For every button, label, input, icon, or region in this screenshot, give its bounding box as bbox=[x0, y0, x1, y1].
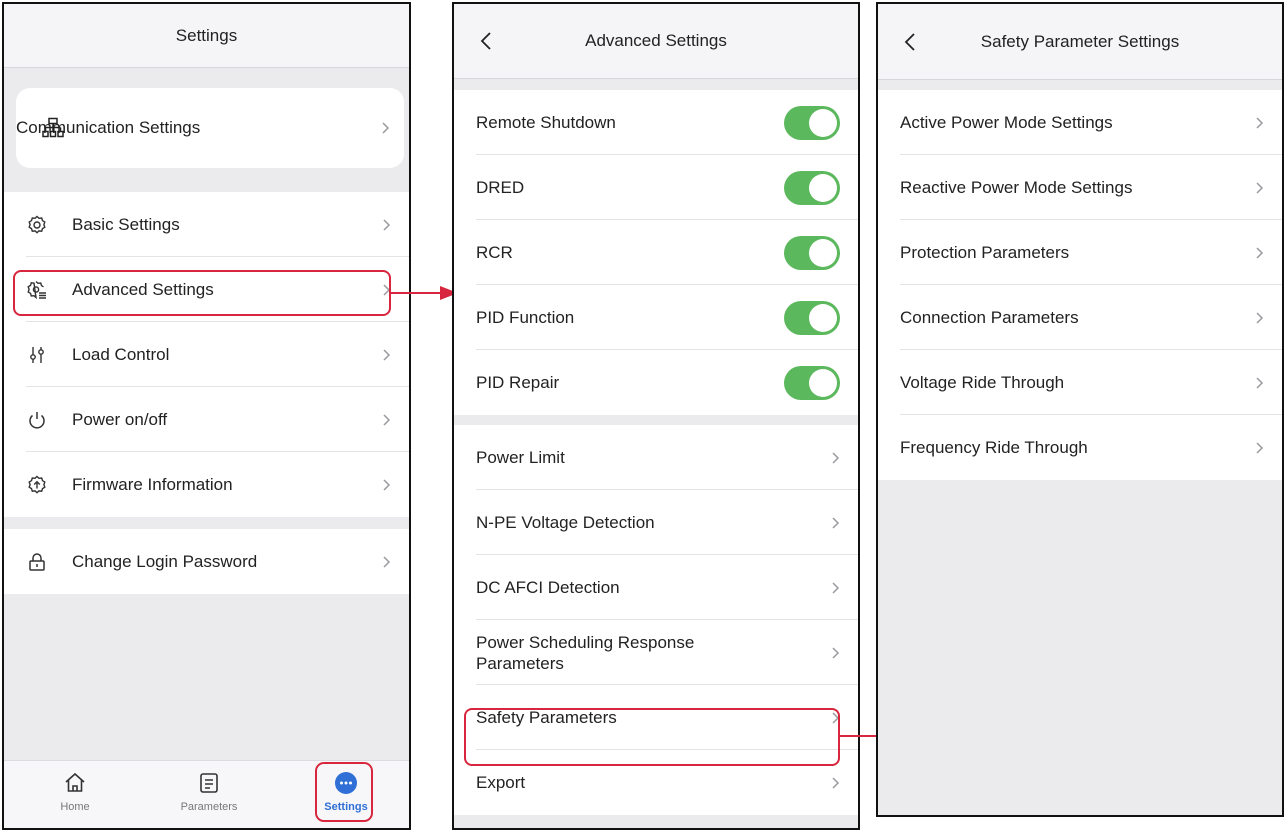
settings-header: Settings bbox=[4, 4, 409, 68]
safety-item-label: Reactive Power Mode Settings bbox=[900, 177, 1133, 197]
settings-item-label: Power on/off bbox=[72, 409, 168, 429]
chevron-right-icon bbox=[1256, 246, 1264, 259]
safety-item-label: Frequency Ride Through bbox=[900, 437, 1088, 457]
tab-parameters[interactable]: Parameters bbox=[159, 761, 259, 828]
chevron-right-icon bbox=[383, 478, 391, 491]
gear-icon bbox=[26, 214, 48, 236]
advanced-header: Advanced Settings bbox=[454, 4, 858, 79]
settings-item-label: Basic Settings bbox=[72, 214, 180, 234]
chevron-right-icon bbox=[832, 451, 840, 464]
safety-item-label: Connection Parameters bbox=[900, 307, 1079, 327]
settings-item-label: Change Login Password bbox=[72, 551, 258, 571]
firmware-icon bbox=[26, 474, 48, 496]
tab-label: Parameters bbox=[180, 801, 238, 813]
power-icon bbox=[26, 409, 48, 431]
tab-home[interactable]: Home bbox=[25, 761, 125, 828]
toggle-label: PID Repair bbox=[476, 372, 560, 392]
safety-item-label: Voltage Ride Through bbox=[900, 372, 1065, 392]
settings-item-basic[interactable]: Basic Settings bbox=[4, 192, 409, 257]
chevron-right-icon bbox=[1256, 181, 1264, 194]
safety-item-reactive-power[interactable]: Reactive Power Mode Settings bbox=[878, 155, 1282, 220]
chevron-right-icon bbox=[383, 555, 391, 568]
advanced-settings-screen: Advanced Settings Remote Shutdown DRED R… bbox=[452, 2, 860, 830]
lock-icon bbox=[26, 551, 48, 573]
advanced-item-label: Power Scheduling Response Parameters bbox=[476, 632, 695, 673]
advanced-item-label: Export bbox=[476, 772, 526, 792]
settings-item-power[interactable]: Power on/off bbox=[4, 387, 409, 452]
page-title: Safety Parameter Settings bbox=[980, 31, 1180, 51]
chevron-right-icon bbox=[383, 348, 391, 361]
back-button[interactable] bbox=[480, 28, 500, 54]
safety-item-voltage-ride-through[interactable]: Voltage Ride Through bbox=[878, 350, 1282, 415]
chevron-right-icon bbox=[1256, 441, 1264, 454]
toggle-row-dred: DRED bbox=[454, 155, 858, 220]
advanced-item-power-scheduling[interactable]: Power Scheduling Response Parameters bbox=[454, 620, 858, 685]
page-title: Settings bbox=[175, 25, 238, 45]
toggle-label: RCR bbox=[476, 242, 513, 262]
arrow-icon bbox=[390, 286, 458, 300]
safety-item-active-power[interactable]: Active Power Mode Settings bbox=[878, 90, 1282, 155]
advanced-item-dc-afci[interactable]: DC AFCI Detection bbox=[454, 555, 858, 620]
safety-parameter-settings-screen: Safety Parameter Settings Active Power M… bbox=[876, 2, 1284, 817]
settings-item-load-control[interactable]: Load Control bbox=[4, 322, 409, 387]
safety-header: Safety Parameter Settings bbox=[878, 4, 1282, 80]
toggle-row-rcr: RCR bbox=[454, 220, 858, 285]
settings-item-change-password[interactable]: Change Login Password bbox=[4, 529, 409, 594]
remote-shutdown-toggle[interactable] bbox=[784, 105, 840, 140]
back-arrow-icon bbox=[480, 32, 491, 50]
toggle-row-pid-function: PID Function bbox=[454, 285, 858, 350]
chevron-right-icon bbox=[832, 516, 840, 529]
toggle-label: DRED bbox=[476, 177, 525, 197]
toggle-list: Remote Shutdown DRED RCR PID Function PI… bbox=[454, 90, 858, 415]
settings-item-label: Load Control bbox=[72, 344, 170, 364]
toggle-label: Remote Shutdown bbox=[476, 112, 616, 132]
chevron-right-icon bbox=[832, 581, 840, 594]
settings-item-firmware[interactable]: Firmware Information bbox=[4, 452, 409, 517]
chevron-right-icon bbox=[382, 122, 390, 134]
document-icon bbox=[200, 773, 218, 793]
chevron-right-icon bbox=[832, 776, 840, 789]
toggle-row-remote-shutdown: Remote Shutdown bbox=[454, 90, 858, 155]
advanced-item-label: DC AFCI Detection bbox=[476, 577, 620, 597]
pid-function-toggle[interactable] bbox=[784, 300, 840, 335]
advanced-item-power-limit[interactable]: Power Limit bbox=[454, 425, 858, 490]
page-title: Advanced Settings bbox=[585, 31, 727, 50]
safety-item-list: Active Power Mode Settings Reactive Powe… bbox=[878, 90, 1282, 480]
password-group: Change Login Password bbox=[4, 529, 409, 594]
home-icon bbox=[65, 772, 85, 792]
advanced-item-label: Power Limit bbox=[476, 447, 565, 467]
chevron-right-icon bbox=[383, 413, 391, 426]
tab-label: Home bbox=[60, 801, 90, 813]
sliders-icon bbox=[26, 344, 48, 366]
pid-repair-toggle[interactable] bbox=[784, 365, 840, 400]
network-icon bbox=[40, 115, 66, 141]
safety-item-connection[interactable]: Connection Parameters bbox=[878, 285, 1282, 350]
rcr-toggle[interactable] bbox=[784, 235, 840, 270]
toggle-label: PID Function bbox=[476, 307, 575, 327]
back-arrow-icon bbox=[904, 32, 915, 51]
communication-settings-card[interactable]: Communication Settings bbox=[16, 88, 404, 168]
advanced-settings-highlight bbox=[13, 270, 391, 316]
chevron-right-icon bbox=[383, 218, 391, 231]
chevron-right-icon bbox=[1256, 376, 1264, 389]
safety-parameters-highlight bbox=[464, 708, 840, 766]
advanced-item-label: N-PE Voltage Detection bbox=[476, 512, 655, 532]
chevron-right-icon bbox=[1256, 116, 1264, 129]
toggle-row-pid-repair: PID Repair bbox=[454, 350, 858, 415]
chevron-right-icon bbox=[1256, 311, 1264, 324]
settings-item-label: Firmware Information bbox=[72, 474, 233, 494]
safety-item-protection[interactable]: Protection Parameters bbox=[878, 220, 1282, 285]
chevron-right-icon bbox=[832, 646, 840, 659]
settings-screen: Settings Communication Settings Basic Se… bbox=[2, 2, 411, 830]
safety-item-label: Active Power Mode Settings bbox=[900, 112, 1113, 132]
dred-toggle[interactable] bbox=[784, 170, 840, 205]
safety-item-label: Protection Parameters bbox=[900, 242, 1070, 262]
advanced-item-npe-voltage[interactable]: N-PE Voltage Detection bbox=[454, 490, 858, 555]
safety-item-frequency-ride-through[interactable]: Frequency Ride Through bbox=[878, 415, 1282, 480]
settings-tab-highlight bbox=[315, 762, 373, 822]
back-button[interactable] bbox=[904, 29, 924, 55]
settings-list: Basic Settings Advanced Settings Load Co… bbox=[4, 192, 409, 517]
